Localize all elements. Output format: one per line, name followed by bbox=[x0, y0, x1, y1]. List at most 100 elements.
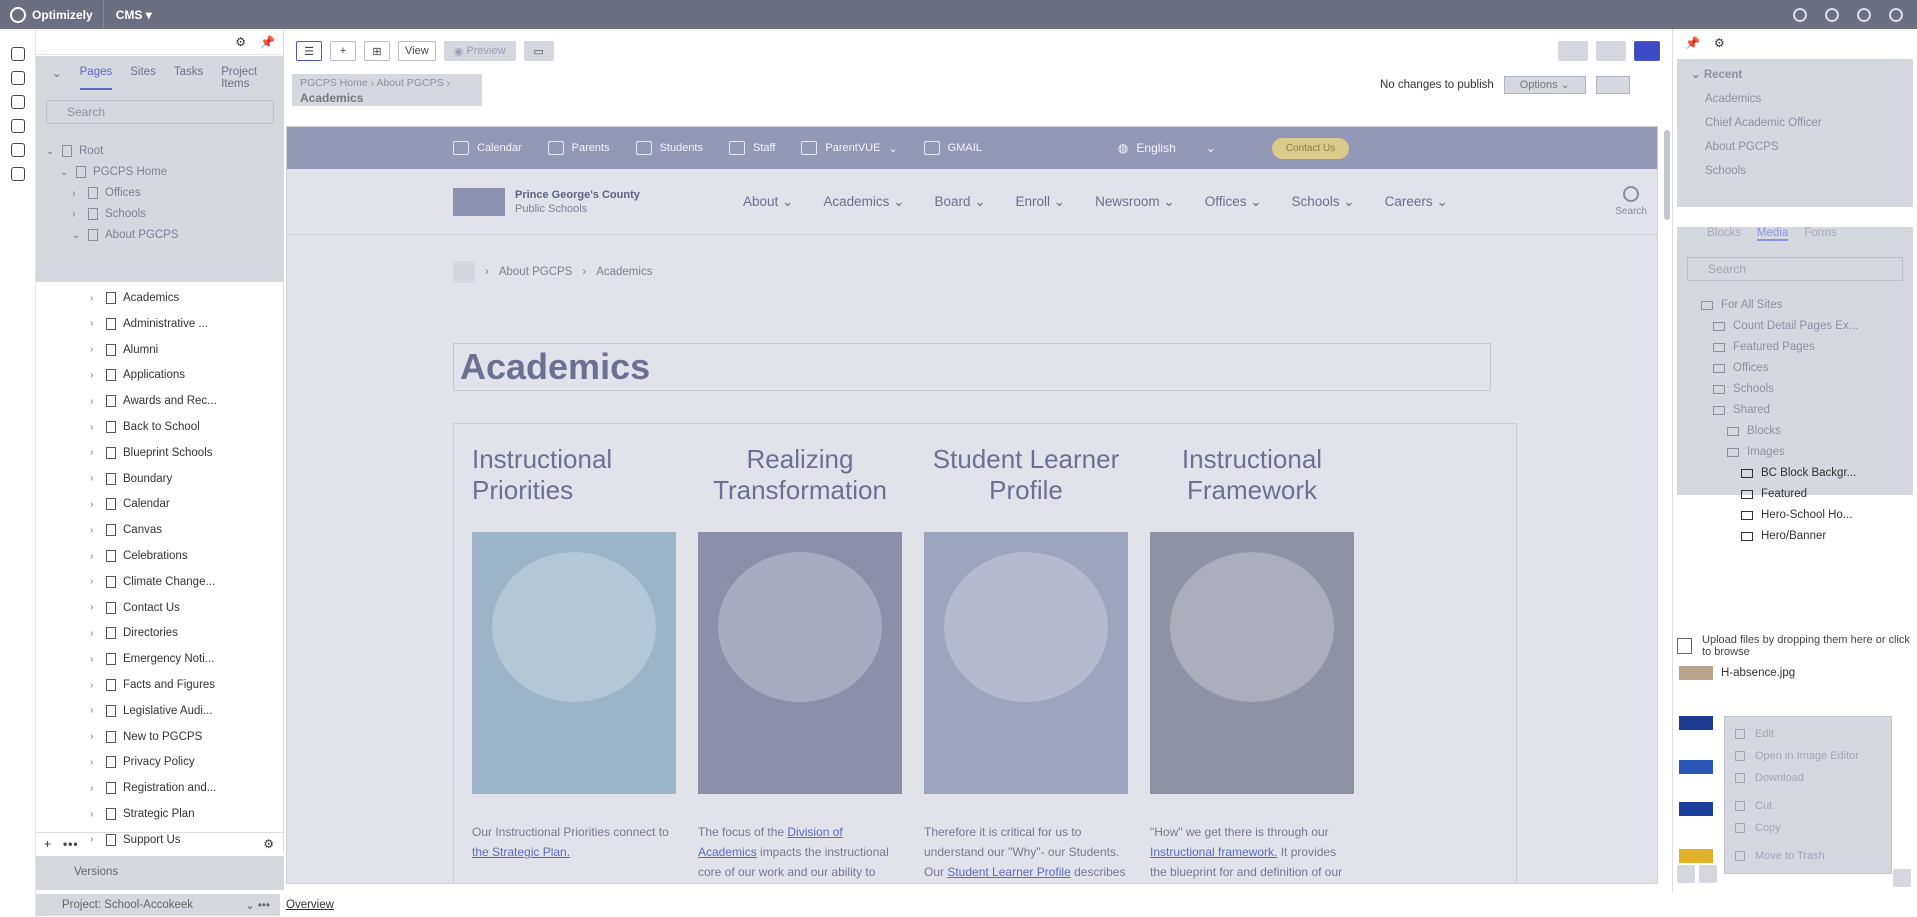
pin-icon[interactable]: 📌 bbox=[1685, 36, 1700, 50]
chevron-right-icon[interactable]: › bbox=[90, 293, 100, 304]
recent-title[interactable]: ⌄ Recent bbox=[1691, 67, 1913, 81]
home-icon[interactable] bbox=[453, 261, 475, 283]
language-button[interactable] bbox=[1558, 41, 1588, 61]
site-link-gmail[interactable]: GMAIL bbox=[923, 141, 982, 155]
media-item[interactable] bbox=[1679, 760, 1713, 774]
site-nav-item[interactable]: Academics ⌄ bbox=[823, 194, 904, 210]
breadcrumb-item[interactable]: PGCPS Home bbox=[300, 77, 368, 89]
tree-item[interactable]: › Blueprint Schools bbox=[36, 440, 284, 466]
chevron-right-icon[interactable]: › bbox=[90, 783, 100, 794]
chevron-right-icon[interactable]: › bbox=[90, 422, 100, 433]
chevron-right-icon[interactable]: › bbox=[90, 602, 100, 613]
chevron-right-icon[interactable]: › bbox=[90, 628, 100, 639]
chevron-right-icon[interactable]: › bbox=[90, 344, 100, 355]
collapse-icon[interactable]: ⌄ bbox=[52, 66, 62, 90]
bell-icon[interactable] bbox=[1825, 7, 1839, 22]
site-nav-item[interactable]: Schools ⌄ bbox=[1292, 194, 1355, 210]
pin-icon[interactable]: 📌 bbox=[260, 35, 275, 49]
tree-item[interactable]: › Administrative ... bbox=[36, 311, 284, 337]
site-nav-item[interactable]: About ⌄ bbox=[743, 194, 793, 210]
site-link-parentvue[interactable]: ParentVUE ⌄ bbox=[801, 141, 898, 155]
context-menu-item[interactable]: Open in Image Editor bbox=[1735, 745, 1891, 767]
site-link-students[interactable]: Students bbox=[635, 141, 703, 155]
edit-icon[interactable] bbox=[10, 71, 25, 85]
tree-item[interactable]: › Registration and... bbox=[36, 775, 284, 801]
chevron-right-icon[interactable]: › bbox=[90, 525, 100, 536]
site-nav-item[interactable]: Board ⌄ bbox=[934, 194, 985, 210]
tree-item[interactable]: › Celebrations bbox=[36, 543, 284, 569]
context-menu-item[interactable]: Move to Trash bbox=[1735, 845, 1891, 867]
view-button[interactable]: View bbox=[398, 41, 436, 61]
tree-item[interactable]: › Facts and Figures bbox=[36, 672, 284, 698]
site-link-calendar[interactable]: Calendar bbox=[453, 141, 522, 155]
media-item[interactable] bbox=[1679, 802, 1713, 816]
settings-icon[interactable] bbox=[10, 143, 25, 157]
card-link[interactable]: Student Learner Profile bbox=[947, 865, 1070, 879]
chevron-right-icon[interactable]: › bbox=[90, 654, 100, 665]
site-nav-item[interactable]: Newsroom ⌄ bbox=[1095, 194, 1175, 210]
language-selector[interactable]: ◍ English ⌄ bbox=[1118, 141, 1216, 155]
media-item[interactable] bbox=[1679, 716, 1713, 730]
chevron-right-icon[interactable]: › bbox=[90, 499, 100, 510]
card-link[interactable]: the Strategic Plan. bbox=[472, 845, 570, 859]
page-search-input[interactable]: Search bbox=[46, 100, 274, 124]
tree-item-about-pgcps[interactable]: ⌄ About PGCPS bbox=[36, 222, 284, 248]
addons-icon[interactable] bbox=[10, 167, 25, 181]
tree-item[interactable]: › Boundary bbox=[36, 466, 284, 492]
users-icon[interactable] bbox=[10, 119, 25, 133]
site-link-staff[interactable]: Staff bbox=[728, 141, 775, 155]
contact-us-button[interactable]: Contact Us bbox=[1271, 137, 1350, 159]
tree-item[interactable]: › Back to School bbox=[36, 414, 284, 440]
chevron-right-icon[interactable]: › bbox=[90, 396, 100, 407]
tab-media[interactable]: Media bbox=[1756, 227, 1789, 241]
media-item[interactable]: H-absence.jpg bbox=[1679, 666, 1795, 680]
site-nav-item[interactable]: Enroll ⌄ bbox=[1016, 194, 1066, 210]
tree-item[interactable]: › Awards and Rec... bbox=[36, 388, 284, 414]
context-menu-item[interactable]: Edit bbox=[1735, 723, 1891, 745]
chevron-right-icon[interactable]: › bbox=[90, 551, 100, 562]
optimizely-logo[interactable]: Optimizely bbox=[0, 0, 104, 29]
tree-item[interactable]: › Emergency Noti... bbox=[36, 646, 284, 672]
context-menu-item[interactable]: Download bbox=[1735, 767, 1891, 789]
media-item[interactable] bbox=[1679, 849, 1713, 863]
chevron-right-icon[interactable]: › bbox=[90, 370, 100, 381]
compare-button[interactable]: ▭ bbox=[523, 41, 554, 61]
assets-toggle-button[interactable] bbox=[1634, 41, 1660, 61]
devices-button[interactable] bbox=[1596, 41, 1626, 61]
versions-section[interactable]: Versions bbox=[36, 856, 284, 890]
tree-item[interactable]: › Canvas bbox=[36, 517, 284, 543]
chevron-right-icon[interactable]: › bbox=[90, 576, 100, 587]
tree-item[interactable]: › Legislative Audi... bbox=[36, 698, 284, 724]
cms-menu[interactable]: CMS ▾ bbox=[104, 8, 164, 22]
site-logo[interactable]: Prince George's County Public Schools bbox=[453, 187, 743, 216]
help-icon[interactable] bbox=[1857, 7, 1871, 22]
gear-icon[interactable]: ⚙ bbox=[235, 35, 246, 49]
breadcrumb-item[interactable]: About PGCPS bbox=[376, 77, 443, 89]
site-link-parents[interactable]: Parents bbox=[547, 141, 610, 155]
media-folder[interactable]: Hero/Banner bbox=[1741, 524, 1826, 548]
chevron-right-icon[interactable]: › bbox=[90, 757, 100, 768]
project-selector[interactable]: Project: School-Accokeek ⌄ ••• bbox=[36, 893, 280, 916]
tab-tasks[interactable]: Tasks bbox=[174, 66, 203, 90]
card-link[interactable]: Instructional framework. bbox=[1150, 845, 1277, 859]
add-button[interactable]: + bbox=[330, 41, 356, 61]
tree-item[interactable]: › Calendar bbox=[36, 491, 284, 517]
upload-dropzone[interactable]: Upload files by dropping them here or cl… bbox=[1677, 634, 1913, 658]
recent-item[interactable]: About PGCPS bbox=[1691, 141, 1913, 153]
crumb[interactable]: About PGCPS bbox=[499, 266, 573, 278]
site-page-title[interactable]: Academics bbox=[453, 343, 1491, 391]
tree-item[interactable]: › Climate Change... bbox=[36, 569, 284, 595]
chevron-right-icon[interactable]: › bbox=[90, 318, 100, 329]
chevron-right-icon[interactable]: › bbox=[90, 731, 100, 742]
structure-button[interactable]: ⊞ bbox=[364, 41, 390, 61]
tree-item[interactable]: › Alumni bbox=[36, 337, 284, 363]
page-preview[interactable]: Calendar Parents Students Staff ParentVU… bbox=[286, 126, 1658, 884]
user-icon[interactable] bbox=[1889, 7, 1903, 22]
dashboard-icon[interactable] bbox=[10, 47, 25, 61]
more-icon[interactable]: ••• bbox=[63, 837, 79, 851]
gear-icon[interactable]: ⚙ bbox=[263, 837, 274, 851]
tree-item[interactable]: › Privacy Policy bbox=[36, 749, 284, 775]
gear-icon[interactable]: ⚙ bbox=[1714, 36, 1725, 50]
chevron-right-icon[interactable]: › bbox=[90, 680, 100, 691]
tab-pages[interactable]: Pages bbox=[79, 66, 113, 90]
